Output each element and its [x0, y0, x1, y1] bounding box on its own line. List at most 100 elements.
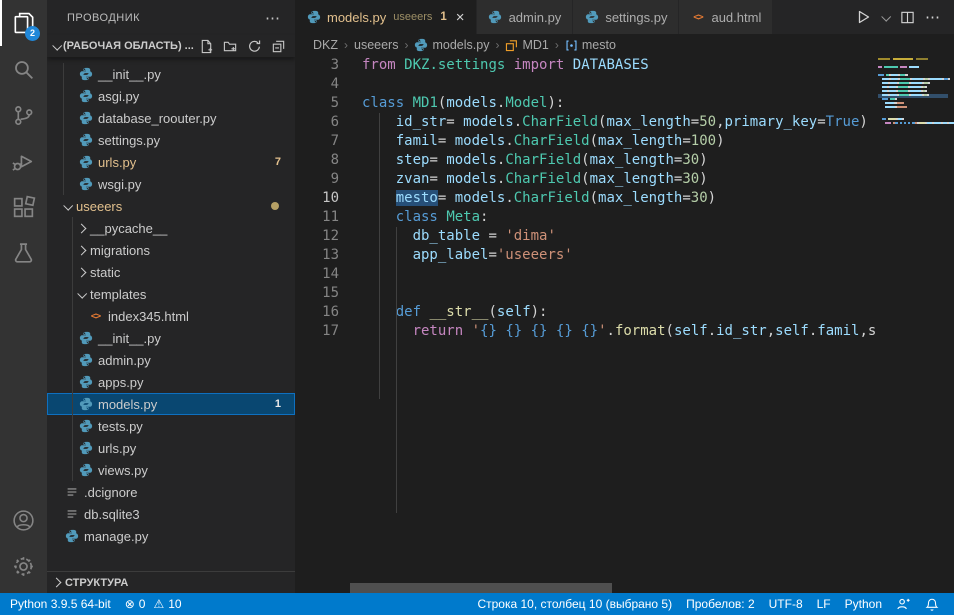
- close-icon[interactable]: ×: [456, 10, 465, 25]
- explorer-icon[interactable]: 2: [0, 0, 47, 46]
- run-dropdown-chevron-icon[interactable]: [878, 6, 892, 28]
- problems-status[interactable]: ⊗ 0 ⚠ 10: [118, 593, 189, 615]
- tree-file-urls.py[interactable]: urls.py: [47, 437, 295, 459]
- python-icon: [79, 375, 93, 389]
- tree-item-label: static: [90, 265, 120, 280]
- file-icon: [65, 485, 79, 499]
- tree-file-admin.py[interactable]: admin.py: [47, 349, 295, 371]
- python-icon: [65, 529, 79, 543]
- eol-status[interactable]: LF: [810, 593, 838, 615]
- search-icon[interactable]: [0, 46, 47, 92]
- tab-models.py[interactable]: models.pyuseeers1×: [295, 0, 477, 34]
- code-line-15[interactable]: 15: [295, 284, 954, 303]
- tree-file-db.sqlite3[interactable]: db.sqlite3: [47, 503, 295, 525]
- code-line-10[interactable]: 10 mesto= models.CharField(max_length=30…: [295, 189, 954, 208]
- new-file-icon[interactable]: [197, 37, 215, 55]
- tree-file-settings.py[interactable]: settings.py: [47, 129, 295, 151]
- code-editor[interactable]: 3from DKZ.settings import DATABASES45cla…: [295, 56, 954, 593]
- tree-file-database_roouter.py[interactable]: database_roouter.py: [47, 107, 295, 129]
- testing-icon[interactable]: [0, 230, 47, 276]
- tree-file-__init__.py[interactable]: __init__.py: [47, 327, 295, 349]
- feedback-icon[interactable]: [889, 593, 918, 615]
- language-mode-status[interactable]: Python: [838, 593, 889, 615]
- collapse-all-icon[interactable]: [269, 37, 287, 55]
- breadcrumb-label: mesto: [582, 38, 616, 52]
- tree-folder-static[interactable]: static: [47, 261, 295, 283]
- split-editor-icon[interactable]: [896, 6, 918, 28]
- code-line-5[interactable]: 5class MD1(models.Model):: [295, 94, 954, 113]
- tree-file-.dcignore[interactable]: .dcignore: [47, 481, 295, 503]
- tree-folder-__pycache__[interactable]: __pycache__: [47, 217, 295, 239]
- tree-folder-useeers[interactable]: useeers: [47, 195, 295, 217]
- tree-file-index345.html[interactable]: <>index345.html: [47, 305, 295, 327]
- extensions-icon[interactable]: [0, 184, 47, 230]
- code-line-7[interactable]: 7 famil= models.CharField(max_length=100…: [295, 132, 954, 151]
- code-line-8[interactable]: 8 step= models.CharField(max_length=30): [295, 151, 954, 170]
- indentation-status[interactable]: Пробелов: 2: [679, 593, 762, 615]
- breadcrumb-label: MD1: [522, 38, 548, 52]
- python-interpreter-status[interactable]: Python 3.9.5 64-bit: [0, 593, 118, 615]
- tab-admin.py[interactable]: admin.py: [477, 0, 574, 34]
- python-icon: [79, 155, 93, 169]
- python-icon: [414, 38, 428, 52]
- tree-file-views.py[interactable]: views.py: [47, 459, 295, 481]
- tab-label: models.py: [327, 10, 386, 25]
- tree-item-label: models.py: [98, 397, 157, 412]
- notifications-bell-icon[interactable]: [918, 593, 946, 615]
- breadcrumb-item-MD1[interactable]: MD1: [505, 38, 548, 52]
- tree-file-wsgi.py[interactable]: wsgi.py: [47, 173, 295, 195]
- code-line-12[interactable]: 12 db_table = 'dima': [295, 227, 954, 246]
- tree-item-label: manage.py: [84, 529, 148, 544]
- tree-item-label: useeers: [76, 199, 122, 214]
- code-line-14[interactable]: 14: [295, 265, 954, 284]
- tree-item-label: views.py: [98, 463, 148, 478]
- settings-gear-icon[interactable]: [0, 543, 47, 589]
- breadcrumb-item-useeers[interactable]: useeers: [354, 38, 398, 52]
- minimap[interactable]: [878, 56, 948, 593]
- tree-file-__init__.py[interactable]: __init__.py: [47, 63, 295, 85]
- code-line-9[interactable]: 9 zvan= models.CharField(max_length=30): [295, 170, 954, 189]
- code-line-11[interactable]: 11 class Meta:: [295, 208, 954, 227]
- python-icon: [307, 10, 321, 24]
- tree-file-asgi.py[interactable]: asgi.py: [47, 85, 295, 107]
- encoding-status[interactable]: UTF-8: [762, 593, 810, 615]
- tree-file-apps.py[interactable]: apps.py: [47, 371, 295, 393]
- refresh-icon[interactable]: [245, 37, 263, 55]
- tree-folder-migrations[interactable]: migrations: [47, 239, 295, 261]
- tree-file-manage.py[interactable]: manage.py: [47, 525, 295, 547]
- tab-aud.html[interactable]: <>aud.html: [679, 0, 773, 34]
- breadcrumb-item-mesto[interactable]: mesto: [565, 38, 616, 52]
- breadcrumb-item-models.py[interactable]: models.py: [414, 38, 489, 52]
- line-number: 15: [295, 284, 339, 303]
- tree-item-label: settings.py: [98, 133, 160, 148]
- sidebar-more-icon[interactable]: ⋯: [265, 9, 281, 27]
- python-icon: [79, 397, 93, 411]
- breadcrumb: DKZ›useeers›models.py›MD1›mesto: [295, 34, 954, 56]
- tree-file-models.py[interactable]: models.py1: [47, 393, 295, 415]
- python-icon: [79, 353, 93, 367]
- tree-folder-templates[interactable]: templates: [47, 283, 295, 305]
- tree-file-urls.py[interactable]: urls.py7: [47, 151, 295, 173]
- code-line-3[interactable]: 3from DKZ.settings import DATABASES: [295, 56, 954, 75]
- tree-file-tests.py[interactable]: tests.py: [47, 415, 295, 437]
- source-control-icon[interactable]: [0, 92, 47, 138]
- breadcrumb-item-DKZ[interactable]: DKZ: [313, 38, 338, 52]
- line-number: 12: [295, 227, 339, 246]
- code-line-4[interactable]: 4: [295, 75, 954, 94]
- cursor-position-status[interactable]: Строка 10, столбец 10 (выбрано 5): [470, 593, 679, 615]
- tab-settings.py[interactable]: settings.py: [573, 0, 679, 34]
- outline-section-header[interactable]: СТРУКТУРА: [47, 571, 295, 593]
- code-line-13[interactable]: 13 app_label='useeers': [295, 246, 954, 265]
- more-actions-icon[interactable]: ⋯: [922, 6, 944, 28]
- breadcrumb-separator: ›: [495, 38, 499, 52]
- run-and-debug-icon[interactable]: [0, 138, 47, 184]
- code-line-17[interactable]: 17 return '{} {} {} {} {}'.format(self.i…: [295, 322, 954, 341]
- new-folder-icon[interactable]: [221, 37, 239, 55]
- code-line-16[interactable]: 16 def __str__(self):: [295, 303, 954, 322]
- horizontal-scrollbar[interactable]: [350, 583, 612, 593]
- account-icon[interactable]: [0, 497, 47, 543]
- run-python-file-icon[interactable]: [852, 6, 874, 28]
- code-line-6[interactable]: 6 id_str= models.CharField(max_length=50…: [295, 113, 954, 132]
- workspace-section-header[interactable]: (РАБОЧАЯ ОБЛАСТЬ) ...: [47, 35, 295, 57]
- breadcrumb-label: models.py: [432, 38, 489, 52]
